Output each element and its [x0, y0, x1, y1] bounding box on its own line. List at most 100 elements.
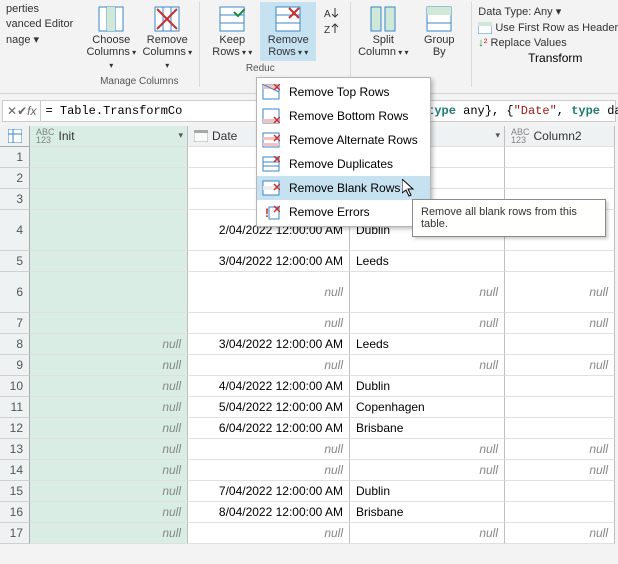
table-cell[interactable]: null [505, 272, 615, 313]
table-cell[interactable]: null [350, 439, 505, 460]
table-cell[interactable]: null [505, 460, 615, 481]
split-column-button[interactable]: SplitColumn ▾ [355, 2, 411, 61]
sort-desc-icon[interactable]: Z [324, 22, 342, 36]
row-number[interactable]: 3 [0, 189, 30, 210]
table-cell[interactable]: null [188, 460, 350, 481]
table-cell[interactable]: 3/04/2022 12:00:00 AM [188, 251, 350, 272]
table-cell[interactable] [30, 272, 188, 313]
table-cell[interactable]: Brisbane [350, 502, 505, 523]
table-cell[interactable]: null [505, 355, 615, 376]
table-cell[interactable] [505, 418, 615, 439]
table-cell[interactable]: 3/04/2022 12:00:00 AM [188, 334, 350, 355]
table-cell[interactable]: null [30, 502, 188, 523]
row-number[interactable]: 17 [0, 523, 30, 544]
row-number[interactable]: 12 [0, 418, 30, 439]
remove-columns-button[interactable]: RemoveColumns ▾ [139, 2, 195, 74]
table-cell[interactable] [505, 147, 615, 168]
table-cell[interactable] [30, 210, 188, 251]
table-cell[interactable]: null [30, 397, 188, 418]
table-cell[interactable]: null [30, 523, 188, 544]
row-number[interactable]: 1 [0, 147, 30, 168]
keep-rows-button[interactable]: KeepRows ▾ [204, 2, 260, 61]
table-cell[interactable]: null [30, 418, 188, 439]
table-cell[interactable]: null [30, 334, 188, 355]
table-cell[interactable]: null [188, 355, 350, 376]
column-header-init[interactable]: ABC123 Init ▾ [30, 126, 188, 147]
table-cell[interactable] [30, 313, 188, 334]
table-cell[interactable]: Leeds [350, 251, 505, 272]
menu-item-remove-errors[interactable]: !Remove Errors [257, 200, 430, 224]
row-number[interactable]: 13 [0, 439, 30, 460]
table-cell[interactable]: Dublin [350, 376, 505, 397]
table-cell[interactable]: 6/04/2022 12:00:00 AM [188, 418, 350, 439]
table-cell[interactable]: 8/04/2022 12:00:00 AM [188, 502, 350, 523]
row-number[interactable]: 15 [0, 481, 30, 502]
formula-fx-controls[interactable]: ✕ ✔ fx [3, 101, 41, 121]
table-cell[interactable]: null [350, 523, 505, 544]
table-cell[interactable] [30, 168, 188, 189]
table-cell[interactable] [505, 334, 615, 355]
cancel-formula-icon[interactable]: ✕ [7, 104, 17, 118]
table-cell[interactable] [505, 251, 615, 272]
manage-fragment[interactable]: nage ▾ [4, 32, 75, 47]
row-number[interactable]: 7 [0, 313, 30, 334]
table-cell[interactable]: null [505, 439, 615, 460]
table-cell[interactable]: null [188, 523, 350, 544]
table-cell[interactable]: null [350, 460, 505, 481]
table-cell[interactable]: null [30, 439, 188, 460]
table-cell[interactable]: Leeds [350, 334, 505, 355]
table-cell[interactable]: null [30, 355, 188, 376]
table-cell[interactable]: Copenhagen [350, 397, 505, 418]
remove-rows-button[interactable]: RemoveRows ▾ [260, 2, 316, 61]
table-cell[interactable]: Dublin [350, 481, 505, 502]
filter-chevron-icon[interactable]: ▾ [495, 130, 500, 141]
table-cell[interactable]: 5/04/2022 12:00:00 AM [188, 397, 350, 418]
menu-item-remove-top-rows[interactable]: Remove Top Rows [257, 80, 430, 104]
data-type-button[interactable]: Data Type: Any ▾ [476, 4, 618, 19]
table-cell[interactable] [505, 168, 615, 189]
row-number[interactable]: 14 [0, 460, 30, 481]
row-number[interactable]: 11 [0, 397, 30, 418]
table-cell[interactable]: null [350, 272, 505, 313]
group-by-button[interactable]: GroupBy [411, 2, 467, 61]
table-cell[interactable]: null [30, 481, 188, 502]
table-cell[interactable] [505, 397, 615, 418]
table-cell[interactable]: null [188, 439, 350, 460]
use-first-row-headers-button[interactable]: Use First Row as Headers ▾ [476, 20, 618, 35]
table-cell[interactable]: null [505, 313, 615, 334]
table-corner-icon[interactable] [0, 126, 30, 147]
row-number[interactable]: 9 [0, 355, 30, 376]
table-cell[interactable]: null [350, 313, 505, 334]
table-cell[interactable] [30, 189, 188, 210]
menu-item-remove-alternate-rows[interactable]: Remove Alternate Rows [257, 128, 430, 152]
column-header-column2[interactable]: ABC123 Column2 [505, 126, 615, 147]
sort-asc-icon[interactable]: A [324, 6, 342, 20]
table-cell[interactable] [30, 251, 188, 272]
table-cell[interactable] [30, 147, 188, 168]
table-cell[interactable] [505, 481, 615, 502]
table-cell[interactable]: null [505, 523, 615, 544]
table-cell[interactable]: Brisbane [350, 418, 505, 439]
filter-chevron-icon[interactable]: ▾ [178, 130, 183, 141]
row-number[interactable]: 4 [0, 210, 30, 251]
menu-item-remove-duplicates[interactable]: Remove Duplicates [257, 152, 430, 176]
row-number[interactable]: 6 [0, 272, 30, 313]
table-cell[interactable]: null [350, 355, 505, 376]
table-cell[interactable] [505, 502, 615, 523]
row-number[interactable]: 16 [0, 502, 30, 523]
row-number[interactable]: 5 [0, 251, 30, 272]
accept-formula-icon[interactable]: ✔ [17, 104, 27, 118]
table-cell[interactable]: 7/04/2022 12:00:00 AM [188, 481, 350, 502]
properties-fragment[interactable]: perties [4, 2, 75, 16]
row-number[interactable]: 10 [0, 376, 30, 397]
replace-values-button[interactable]: ↓² Replace Values [476, 36, 618, 50]
menu-item-remove-bottom-rows[interactable]: Remove Bottom Rows [257, 104, 430, 128]
row-number[interactable]: 2 [0, 168, 30, 189]
table-cell[interactable]: null [30, 460, 188, 481]
table-cell[interactable]: null [188, 313, 350, 334]
table-cell[interactable]: 4/04/2022 12:00:00 AM [188, 376, 350, 397]
row-number[interactable]: 8 [0, 334, 30, 355]
table-cell[interactable]: null [188, 272, 350, 313]
advanced-editor-fragment[interactable]: vanced Editor [4, 17, 75, 31]
table-cell[interactable] [505, 376, 615, 397]
